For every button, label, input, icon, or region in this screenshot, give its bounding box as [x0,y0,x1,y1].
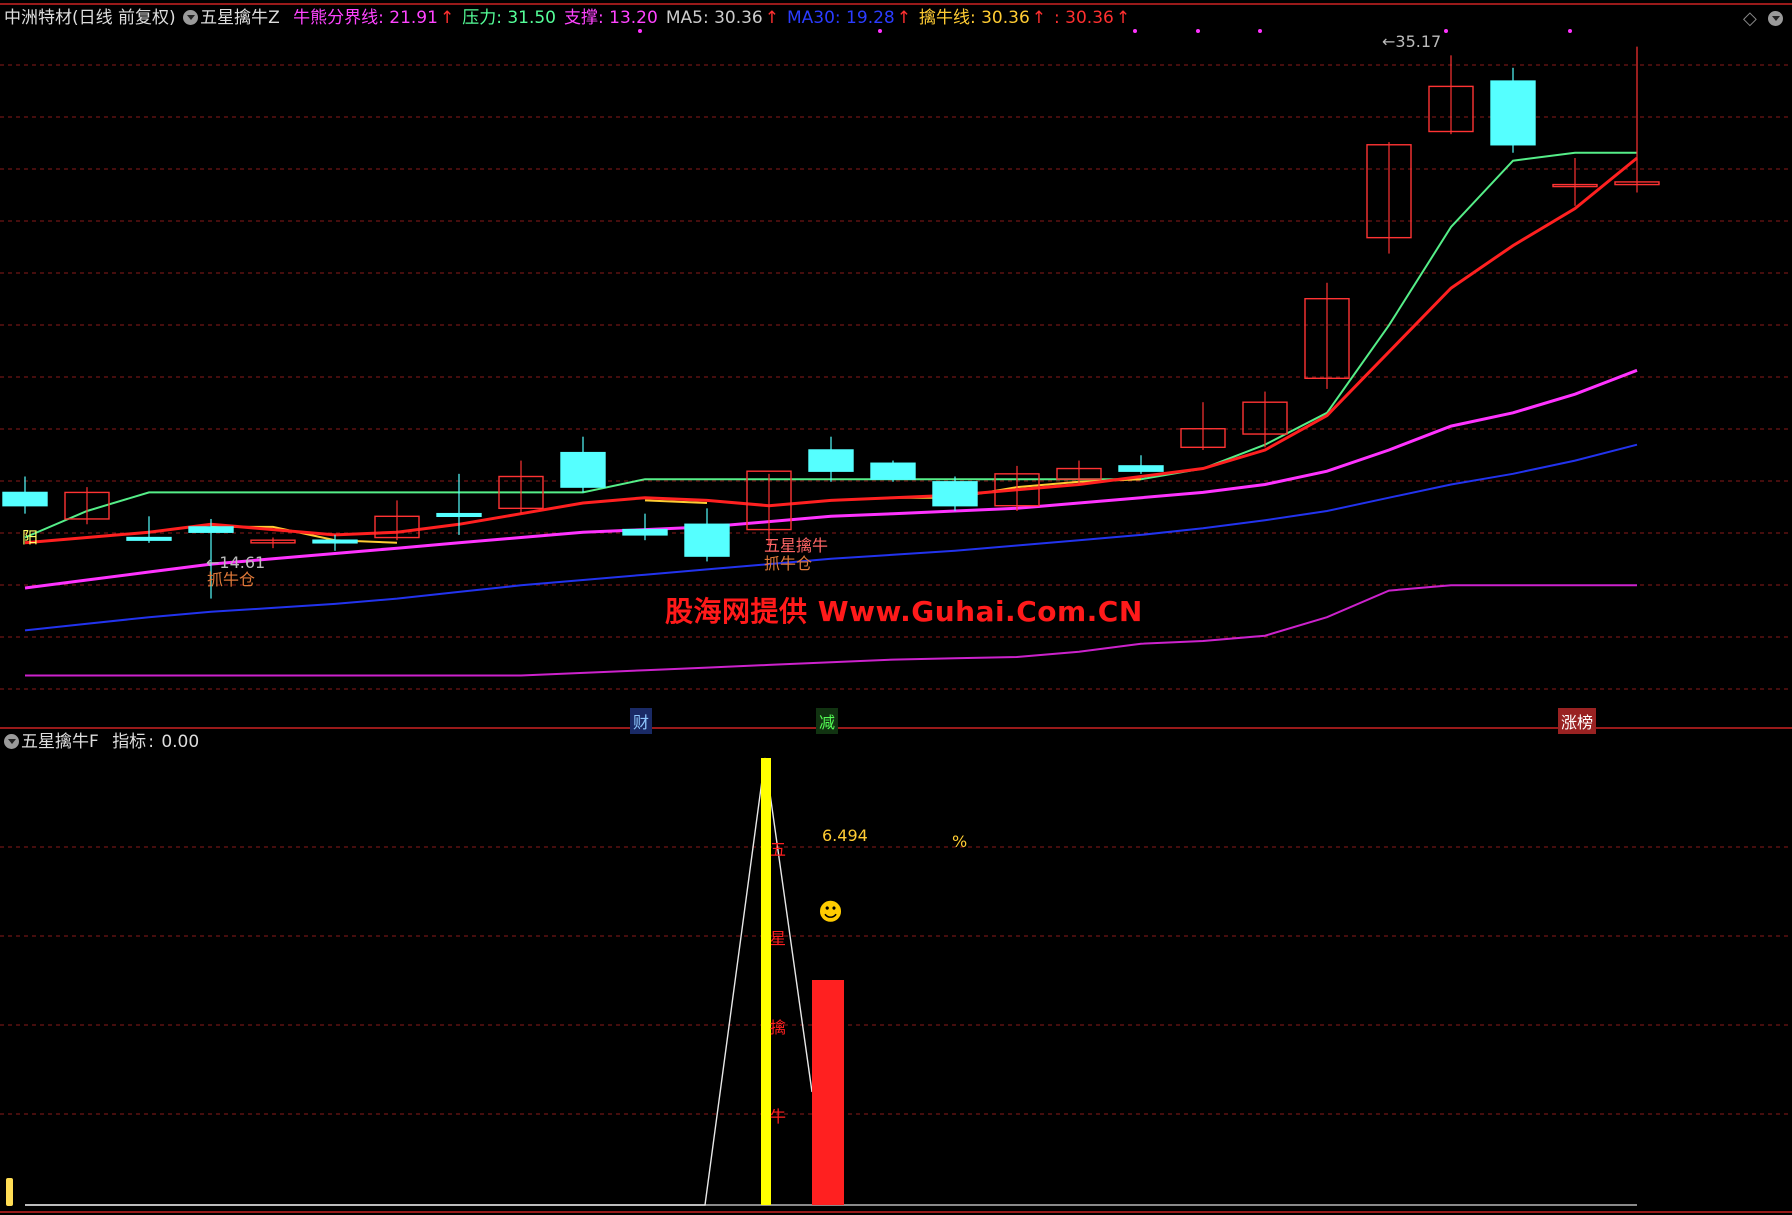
indicator-item-2: 支撑: 13.20 [564,8,658,28]
indicator-item-0: 牛熊分界线: 21.91 [293,8,438,28]
marker-dot [1568,29,1572,33]
high-price-label: ←35.17 [1382,32,1442,51]
candle-down [436,512,482,518]
sub-indicator-line [25,757,813,1206]
grab-position-label-1: 抓牛仓 [207,570,256,589]
sub-indicator-label: 指标 [112,732,147,752]
indicator-name[interactable]: 五星擒牛Z [200,8,280,28]
up-arrow-icon: ↑ [1031,8,1047,28]
candle-down [560,451,606,488]
candle-down [622,528,668,536]
sub-chart-header: 五星擒牛F 指标: 0.00 [4,732,201,752]
indicator-item-1: 压力: 31.50 [462,8,557,28]
marker-dot [1444,29,1448,33]
marker-dot [1133,29,1137,33]
up-arrow-icon: ↑ [439,8,455,28]
up-arrow-icon: ↑ [764,8,779,28]
vertical-char-2: 星 [770,929,787,948]
vertical-char-4: 牛 [770,1107,787,1126]
main-chart-header: 中洲特材(日线 前复权) 五星擒牛Z 牛熊分界线: 21.91 ↑ 压力: 31.5… [4,8,1134,28]
candle-down [684,523,730,557]
collapse-icon[interactable] [4,734,19,749]
sub-indicator-value: 0.00 [161,732,200,752]
indicator-item-3: MA5: 30.36 [665,8,763,28]
marker-dot [878,29,882,33]
diamond-icon[interactable]: ◇ [1743,8,1757,29]
indicator-item-5: 擒牛线: 30.36 [918,8,1030,28]
vertical-char-3: 擒 [770,1018,787,1037]
candle-down [932,481,978,507]
collapse-right-icon[interactable] [1768,8,1787,29]
line-MA5 [24,156,1638,545]
indicator-item-6: : 30.36 [1054,8,1114,28]
collapse-icon[interactable] [183,10,199,25]
indicator-values: 牛熊分界线: 21.91 ↑ 压力: 31.50 支撑: 13.20 MA5: 30.3… [287,8,1132,28]
candle-down [312,539,358,544]
stock-title[interactable]: 中洲特材(日线 前复权) [4,8,176,28]
candle-down [808,449,854,472]
candle-down [188,526,234,533]
signal-bar-yellow [761,758,771,1205]
five-star-label: 五星擒牛 [764,536,829,555]
marker-dot [1196,29,1200,33]
up-arrow-icon: ↑ [1115,8,1131,28]
indicator-item-4: MA30: 19.28 [787,8,895,28]
sub-indicator-name[interactable]: 五星擒牛F [21,732,99,752]
signal-bar-red [812,980,844,1205]
yang-label: 阳 [22,528,39,547]
candle-down [126,536,172,541]
vertical-char-1: 五 [770,840,787,859]
candle-down [870,462,916,480]
candle-down [2,491,48,507]
tag-limit-up-list[interactable]: 涨榜 [1558,708,1597,734]
marker-dot [638,29,642,33]
percent-sign: % [952,832,968,851]
marker-dot [1258,29,1262,33]
smiley-icon: ☻ [818,898,844,926]
percent-value: 6.494 [822,826,868,845]
up-arrow-icon: ↑ [896,8,911,28]
candle-down [1118,465,1164,472]
candle-down [1490,80,1536,146]
tag-reduce[interactable]: 减 [816,708,839,734]
tag-finance[interactable]: 财 [630,708,653,734]
watermark: 股海网提供 Www.Guhai.Com.CN [665,595,1143,628]
cursor-marker [6,1178,13,1206]
